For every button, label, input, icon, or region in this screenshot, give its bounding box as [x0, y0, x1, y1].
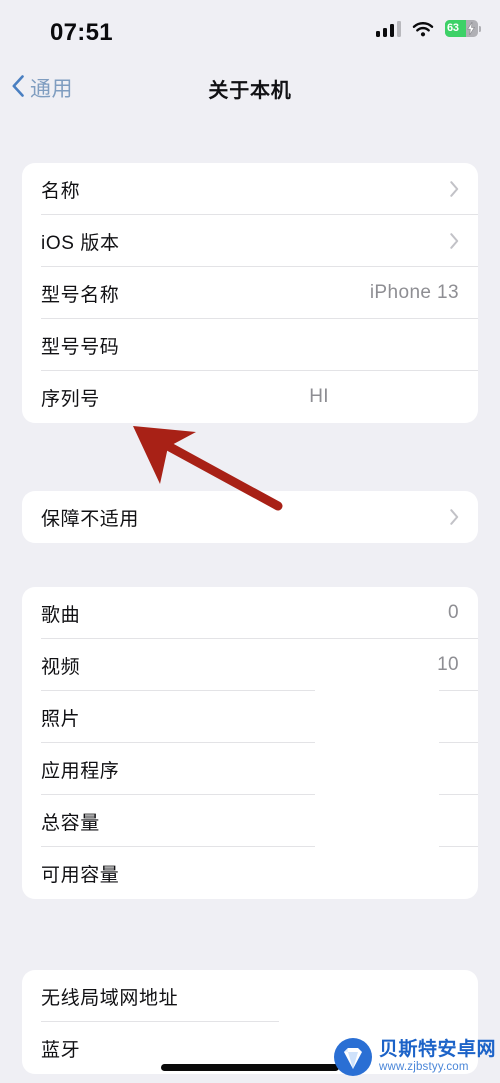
- navigation-bar: 关于本机 通用: [0, 58, 500, 118]
- settings-row-label: 保障不适用: [41, 508, 140, 530]
- battery-charging-bolt-icon: [466, 21, 475, 40]
- settings-row-value: HI: [309, 386, 329, 407]
- settings-row-label: 名称: [41, 180, 81, 202]
- settings-group-coverage: 保障不适用: [22, 491, 478, 543]
- cellular-signal-icon: [375, 20, 401, 37]
- settings-row-label: 照片: [41, 708, 81, 730]
- settings-row: 型号号码: [22, 319, 478, 371]
- home-indicator-bar[interactable]: [161, 1064, 339, 1071]
- page-title: 关于本机: [208, 79, 292, 102]
- settings-row-label: 序列号: [41, 388, 100, 410]
- settings-row-label: 可用容量: [41, 864, 120, 886]
- watermark-title: 贝斯特安卓网: [378, 1039, 496, 1061]
- settings-row-value: iPhone 13: [369, 282, 459, 303]
- status-bar-clock: 07:51: [50, 19, 113, 46]
- chevron-right-icon: [450, 181, 459, 197]
- settings-row: 总容量: [22, 795, 478, 847]
- settings-group-storage: 歌曲 0 视频 10 照片应用程序总容量可用容量: [22, 587, 478, 899]
- chevron-right-icon: [450, 509, 459, 525]
- settings-row-label: 应用程序: [41, 760, 120, 782]
- settings-row-value: 0: [448, 602, 459, 623]
- watermark-logo-icon: [333, 1038, 372, 1076]
- watermark: 贝斯特安卓网 www.zjbstyy.com: [333, 1037, 496, 1077]
- settings-row: 型号名称 iPhone 13: [22, 267, 478, 319]
- settings-row-label: 视频: [41, 656, 81, 678]
- settings-row-label: 型号号码: [41, 336, 120, 358]
- settings-row[interactable]: 保障不适用: [22, 491, 478, 543]
- battery-icon: 63: [445, 20, 481, 40]
- settings-row: 歌曲 0: [22, 587, 478, 639]
- wifi-icon: [412, 20, 434, 37]
- settings-group-device-info: 名称 iOS 版本 型号名称 iPhone 13 型号号码序列号 HI: [22, 163, 478, 423]
- watermark-url: www.zjbstyy.com: [378, 1061, 469, 1074]
- battery-percent-label: 63: [447, 22, 459, 34]
- status-bar: 07:51 63: [0, 0, 500, 58]
- settings-row: 无线局域网地址: [22, 970, 478, 1022]
- settings-row[interactable]: 名称: [22, 163, 478, 215]
- iphone-screen: 07:51 63 关于本机 通用 名称 iOS 版本 型号名称 iPhone 1…: [0, 0, 500, 1083]
- chevron-left-icon: [12, 74, 24, 102]
- back-button[interactable]: 通用: [12, 70, 73, 106]
- settings-row: 序列号 HI: [22, 371, 478, 423]
- status-bar-indicators: 63: [375, 20, 481, 40]
- settings-row-label: 总容量: [41, 812, 100, 834]
- settings-row-label: 蓝牙: [41, 1039, 81, 1061]
- settings-row[interactable]: iOS 版本: [22, 215, 478, 267]
- settings-row: 应用程序: [22, 743, 478, 795]
- chevron-right-icon: [450, 233, 459, 249]
- settings-row-value: 10: [437, 654, 459, 675]
- settings-row-label: iOS 版本: [41, 232, 120, 254]
- settings-row: 视频 10: [22, 639, 478, 691]
- settings-row: 可用容量: [22, 847, 478, 899]
- settings-row-label: 型号名称: [41, 284, 120, 306]
- settings-row-label: 无线局域网地址: [41, 987, 179, 1009]
- settings-row-label: 歌曲: [41, 604, 81, 626]
- settings-row: 照片: [22, 691, 478, 743]
- back-button-label: 通用: [30, 78, 73, 101]
